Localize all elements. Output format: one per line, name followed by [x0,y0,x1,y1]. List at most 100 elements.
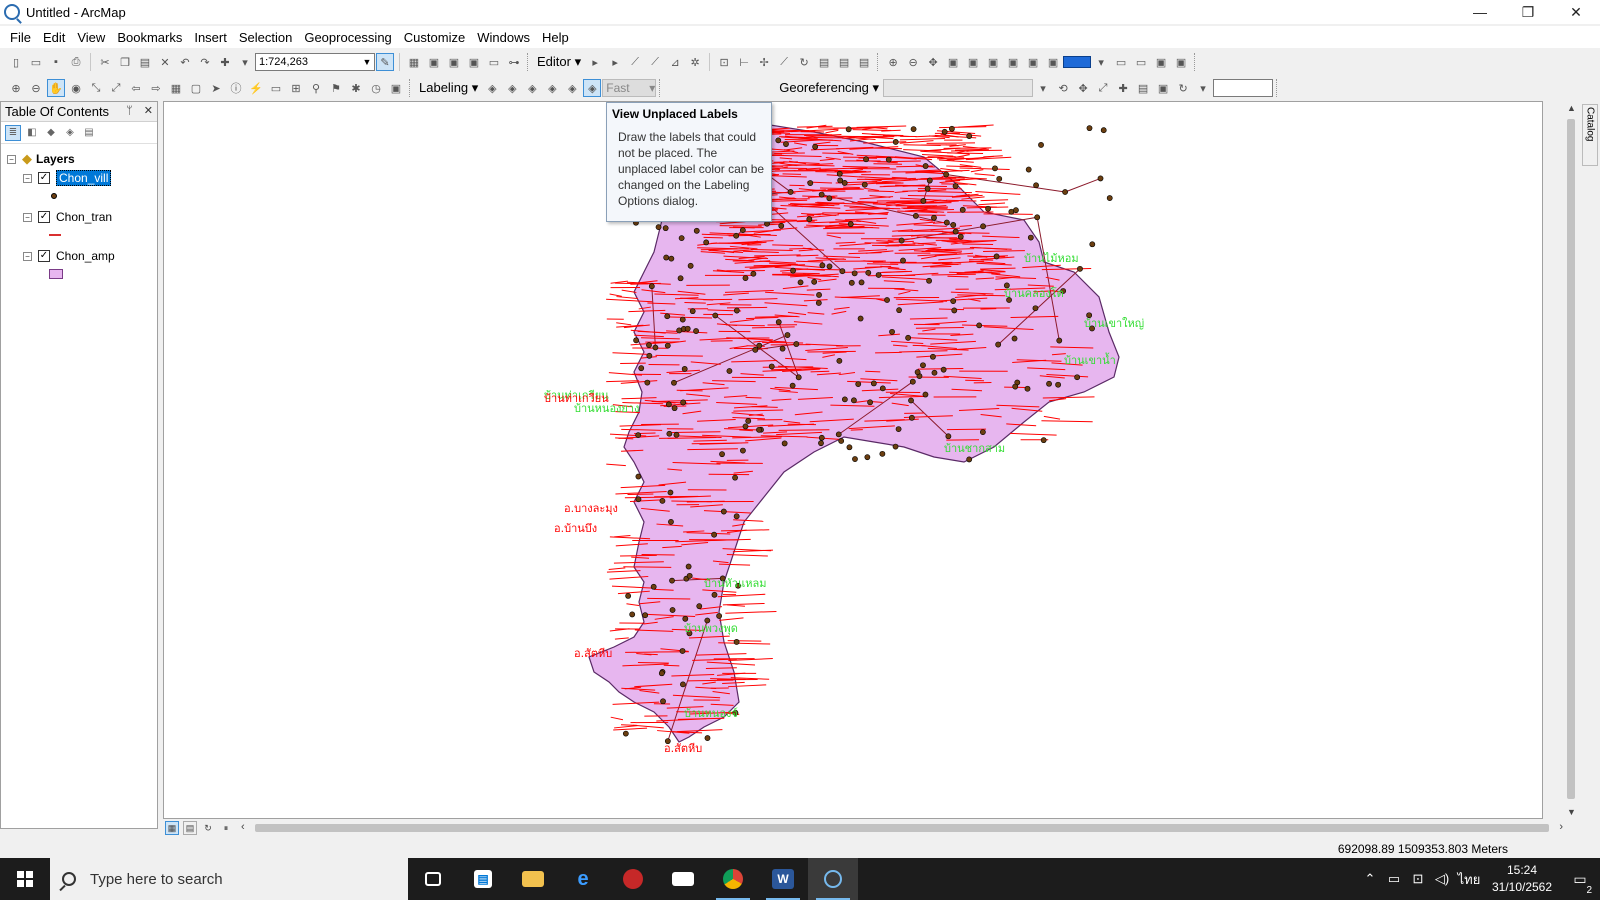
forward-arrow-icon[interactable]: ⇨ [147,79,165,97]
minimize-button[interactable]: — [1456,0,1504,24]
fixed-zoom-in-icon[interactable]: ⤡ [87,79,105,97]
undo-icon[interactable]: ↶ [176,53,194,71]
layout-pan-icon[interactable]: ✥ [924,53,942,71]
rotate-icon[interactable]: ⟲ [1054,79,1072,97]
input-language[interactable]: ไทย [1454,869,1484,890]
chevron-down-icon[interactable]: ▾ [1034,79,1052,97]
georeferencing-menu[interactable]: Georeferencing ▾ [775,80,883,96]
delete-icon[interactable]: ✕ [156,53,174,71]
chevron-down-icon[interactable]: ▾ [649,81,655,95]
taskbar-search-box[interactable]: Type here to search [50,858,408,900]
split-icon[interactable]: ⟋ [775,53,793,71]
scale-icon[interactable]: ⤢ [1094,79,1112,97]
scroll-left-icon[interactable]: ‹ [241,821,245,833]
toolbar-grip[interactable] [1276,79,1279,97]
layer-name[interactable]: Chon_tran [56,210,112,224]
pause-labeling-icon[interactable]: ◈ [523,79,541,97]
zoom-in-icon[interactable]: ⊕ [7,79,25,97]
collapse-icon[interactable]: − [7,154,16,164]
label-mode-combobox[interactable]: Fast ▾ [602,79,657,97]
point-symbol-icon[interactable] [51,193,57,199]
reshape-icon[interactable]: ⊢ [735,53,753,71]
polygon-symbol-icon[interactable] [49,269,63,279]
paste-icon[interactable]: ▤ [136,53,154,71]
go-to-xy-icon[interactable]: ✱ [347,79,365,97]
arctoolbox-icon[interactable]: ▣ [465,53,483,71]
menu-file[interactable]: File [4,30,37,45]
python-window-icon[interactable]: ▭ [485,53,503,71]
chevron-down-icon[interactable]: ▾ [1092,53,1110,71]
collapse-icon[interactable]: − [23,212,32,222]
cut-icon[interactable]: ✂ [96,53,114,71]
start-button[interactable] [0,858,50,900]
add-data-dropdown-icon[interactable]: ▾ [236,53,254,71]
identify-icon[interactable]: ⓘ [227,79,245,97]
create-viewer-icon[interactable]: ▣ [387,79,405,97]
layout-view-icon[interactable]: ▤ [183,821,197,835]
shift-icon[interactable]: ✥ [1074,79,1092,97]
html-popup-icon[interactable]: ▭ [267,79,285,97]
taskbar-arcmap[interactable] [808,858,858,900]
layer-visibility-checkbox[interactable]: ✓ [38,172,50,184]
vertical-scroll-thumb[interactable] [1567,119,1575,799]
copy-icon[interactable]: ❐ [116,53,134,71]
view-link-table-icon[interactable]: ▤ [1134,79,1152,97]
back-arrow-icon[interactable]: ⇦ [127,79,145,97]
volume-icon[interactable]: ◁) [1430,871,1454,887]
chevron-down-icon[interactable]: ▾ [1194,79,1212,97]
scroll-right-icon[interactable]: › [1559,821,1563,833]
georef-layer-combobox[interactable] [883,79,1034,97]
list-by-visibility-icon[interactable]: ◆ [43,125,59,141]
chevron-down-icon[interactable]: ▼ [360,57,374,67]
table-icon[interactable]: ▦ [405,53,423,71]
add-control-points-icon[interactable]: ✚ [1114,79,1132,97]
close-button[interactable]: ✕ [1552,0,1600,24]
layer-visibility-checkbox[interactable]: ✓ [38,250,50,262]
catalog-window-icon[interactable]: ▣ [425,53,443,71]
menu-view[interactable]: View [71,30,111,45]
select-features-icon[interactable]: ▦ [167,79,185,97]
editor-toolbar-toggle-icon[interactable]: ✎ [376,53,394,71]
label-priority-icon[interactable]: ◈ [543,79,561,97]
options-icon[interactable]: ▤ [81,125,97,141]
layout-zoom-percent-box[interactable] [1063,56,1092,68]
new-icon[interactable]: ▯ [7,53,25,71]
label-manager-icon[interactable]: ◈ [483,79,501,97]
straight-segment-icon[interactable]: ⟋ [626,53,644,71]
toolbar-grip[interactable] [1194,53,1197,71]
cut-polygons-icon[interactable]: ✢ [755,53,773,71]
layout-zoom-in-icon[interactable]: ⊕ [884,53,902,71]
map-display[interactable]: บ้านไม้หอม บ้านคลองโต บ้านเขาใหญ่ บ้านเขาน้… [163,101,1543,819]
show-hidden-icons-icon[interactable]: ⌃ [1358,871,1382,887]
focus-data-frame-icon[interactable]: ▭ [1132,53,1150,71]
map-canvas[interactable]: บ้านไม้หอมบ้านคลองโตบ้านเขาใหญ่บ้านเขาน้… [164,102,1543,819]
scroll-up-icon[interactable]: ▲ [1563,103,1580,113]
toolbar-grip[interactable] [527,53,530,71]
trace-icon[interactable]: ⊿ [666,53,684,71]
list-by-source-icon[interactable]: ◧ [24,125,40,141]
taskbar-store[interactable]: ▤ [458,858,508,900]
fixed-zoom-out-icon[interactable]: ⤢ [107,79,125,97]
menu-customize[interactable]: Customize [398,30,471,45]
toolbar-grip[interactable] [659,79,662,97]
open-icon[interactable]: ▭ [27,53,45,71]
map-scale-combobox[interactable]: 1:724,263 ▼ [255,53,375,71]
edit-annotation-icon[interactable]: ▸ [606,53,624,71]
full-extent-icon[interactable]: ◉ [67,79,85,97]
go-back-extent-icon[interactable]: ▣ [1024,53,1042,71]
catalog-side-tab[interactable]: Catalog [1582,104,1598,166]
layers-root[interactable]: − ◆ Layers [7,150,75,168]
taskbar-word[interactable]: W [758,858,808,900]
attributes-icon[interactable]: ▤ [815,53,833,71]
modelbuilder-icon[interactable]: ⊶ [505,53,523,71]
toggle-draft-mode-icon[interactable]: ▭ [1112,53,1130,71]
label-weight-icon[interactable]: ◈ [563,79,581,97]
menu-insert[interactable]: Insert [188,30,233,45]
labeling-menu[interactable]: Labeling ▾ [415,80,482,96]
network-icon[interactable]: ⊡ [1406,871,1430,887]
layer-name[interactable]: Chon_vill [56,170,112,186]
taskbar-edge[interactable]: e [558,858,608,900]
sketch-properties-icon[interactable]: ▤ [835,53,853,71]
task-view-button[interactable] [408,858,458,900]
georef-input-box[interactable] [1213,79,1274,97]
